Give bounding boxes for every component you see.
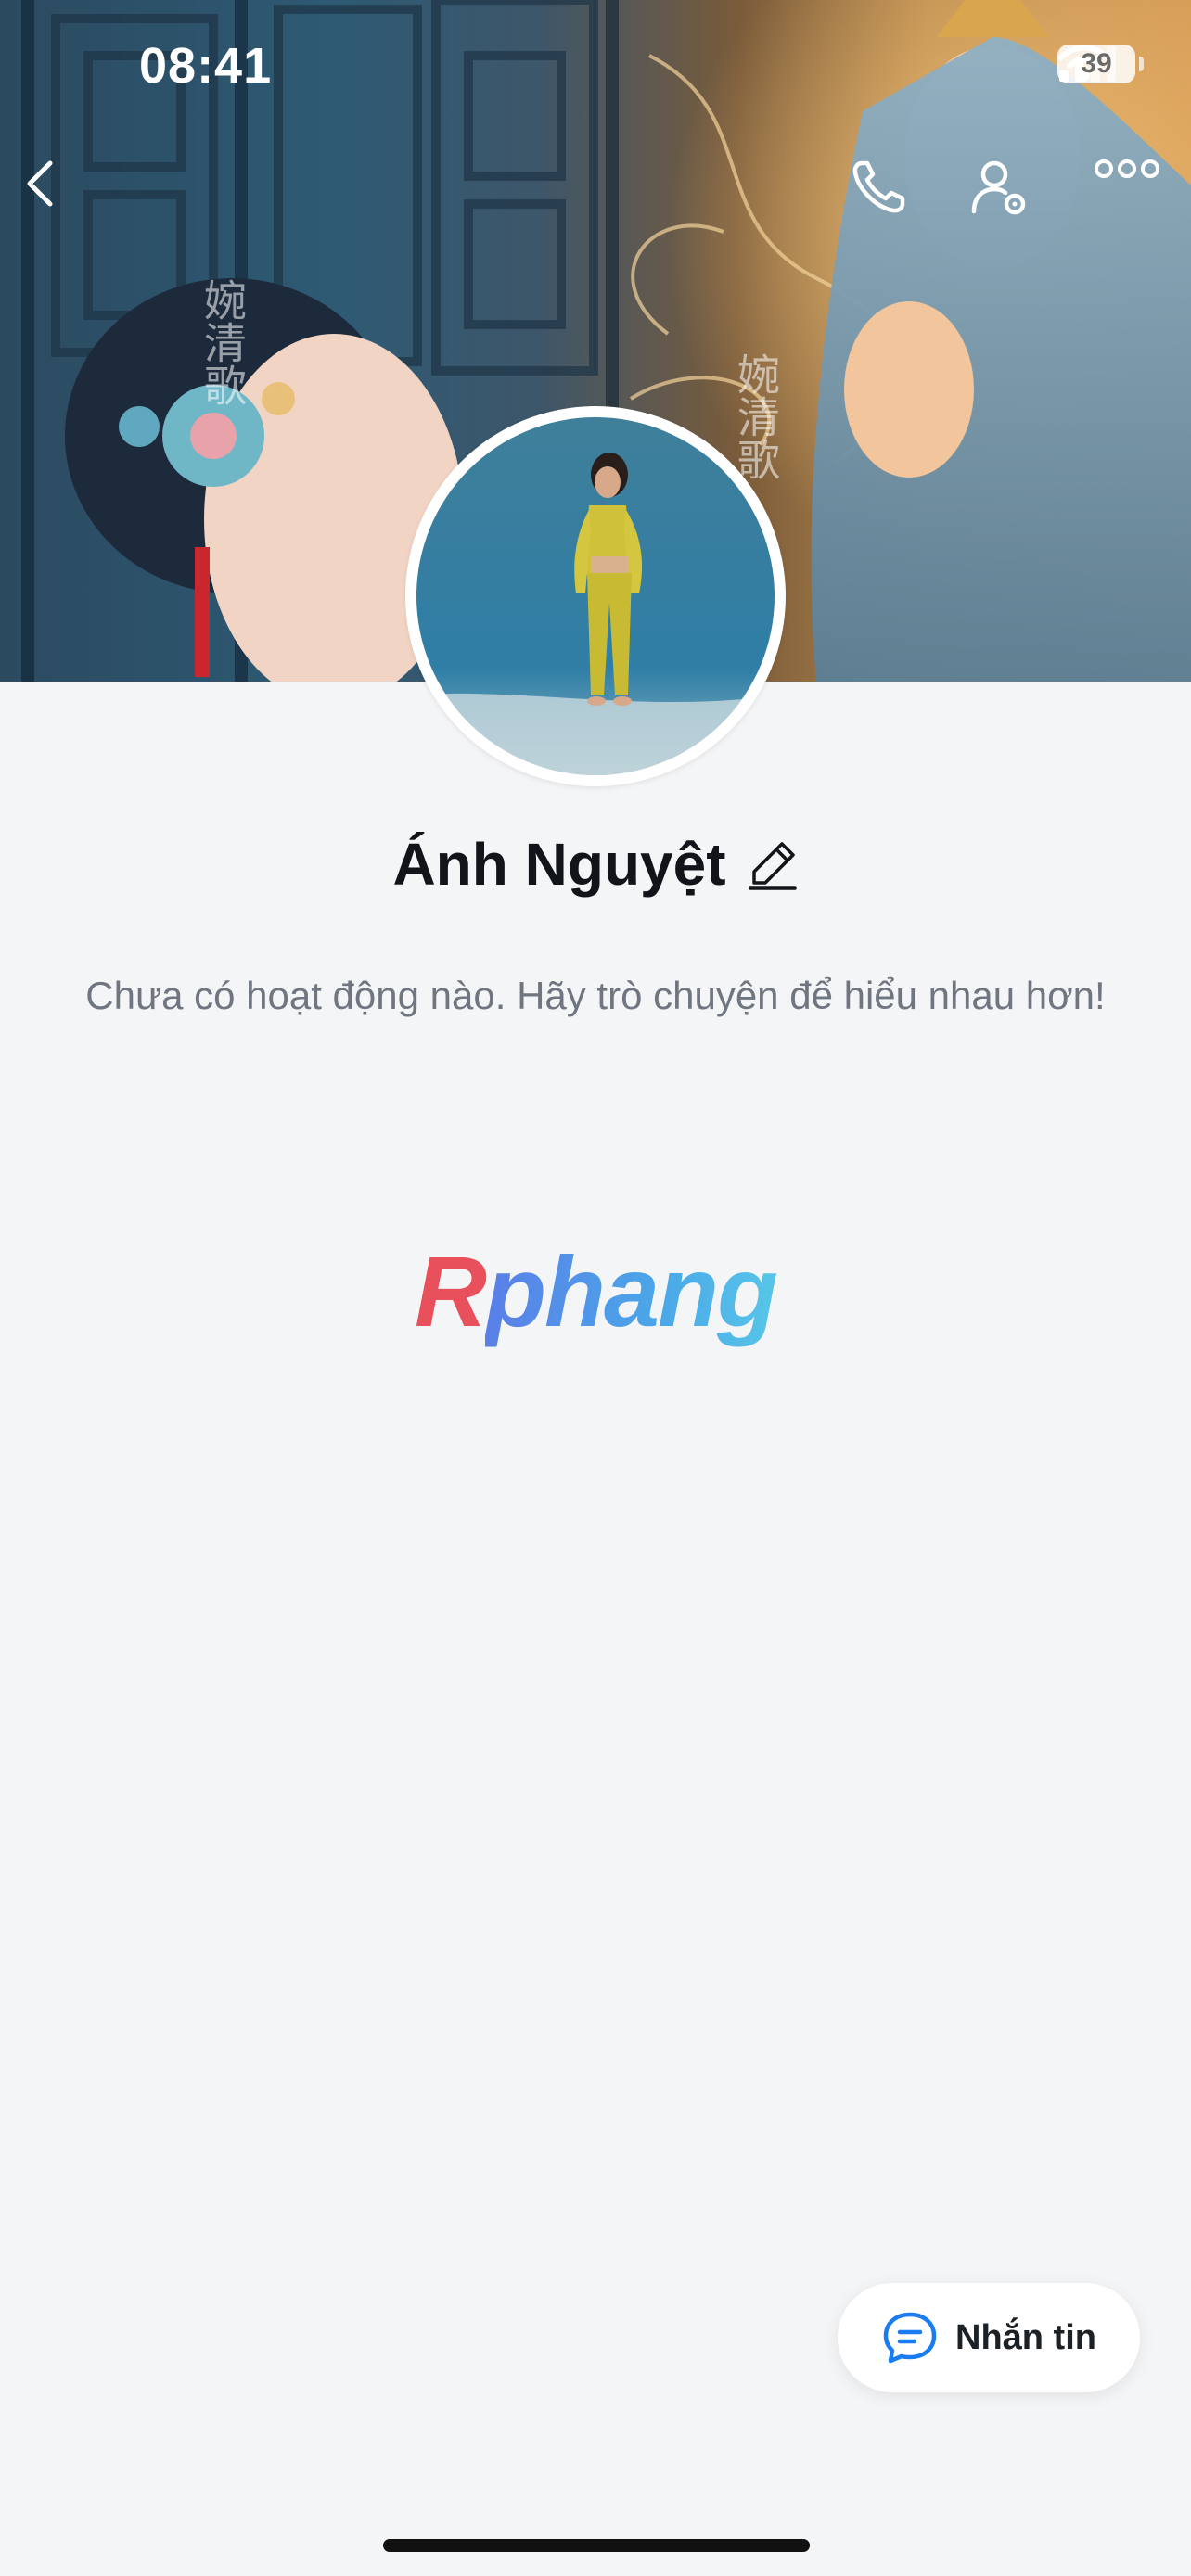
- pencil-icon[interactable]: [747, 838, 799, 890]
- battery-level: 39: [1081, 48, 1112, 79]
- cover-calligraphy-left: 婉清歌: [198, 278, 248, 406]
- cover-calligraphy-right: 婉清歌: [731, 352, 781, 480]
- more-options-button[interactable]: [1095, 158, 1169, 232]
- profile-name: Ánh Nguyệt: [392, 831, 726, 898]
- avatar-image: [416, 417, 775, 775]
- profile-settings-button[interactable]: [970, 158, 1044, 232]
- call-button[interactable]: [849, 158, 923, 232]
- status-icons: 39: [1057, 45, 1144, 83]
- more-dots-icon: [1095, 159, 1159, 178]
- watermark-logo: Rphang: [0, 1233, 1191, 1349]
- back-button[interactable]: [20, 158, 95, 232]
- chat-bubble-icon: [883, 2312, 937, 2364]
- status-time: 08:41: [139, 38, 273, 94]
- message-button[interactable]: Nhắn tin: [838, 2283, 1140, 2392]
- profile-name-row: Ánh Nguyệt: [0, 830, 1191, 899]
- home-indicator[interactable]: [383, 2539, 810, 2552]
- chevron-left-icon: [27, 160, 53, 207]
- avatar[interactable]: [405, 406, 786, 786]
- watermark-first-letter: R: [415, 1235, 487, 1347]
- empty-activity-message: Chưa có hoạt động nào. Hãy trò chuyện để…: [85, 974, 1106, 1017]
- watermark-rest: phang: [485, 1235, 778, 1347]
- phone-icon: [852, 160, 905, 213]
- message-button-label: Nhắn tin: [955, 2317, 1096, 2357]
- user-settings-icon: [971, 160, 1026, 215]
- battery-indicator: 39: [1057, 45, 1144, 83]
